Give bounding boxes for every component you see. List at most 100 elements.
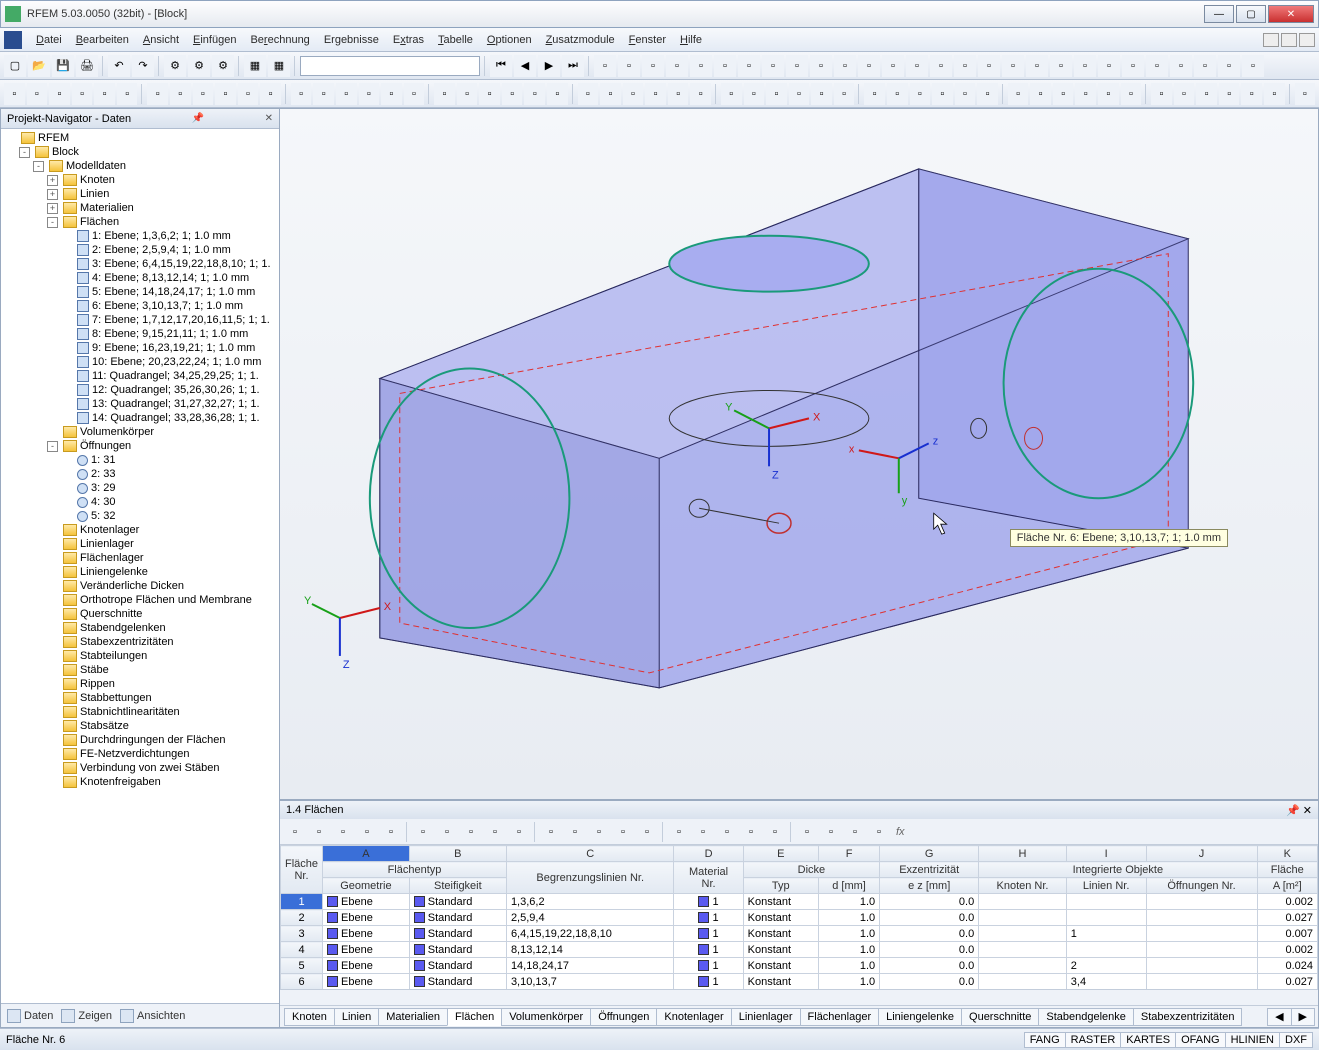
tree-group[interactable]: +Materialien <box>3 201 277 215</box>
tool-icon[interactable]: ▫ <box>738 55 760 77</box>
menu-datei[interactable]: Datei <box>30 32 68 48</box>
menu-ergebnisse[interactable]: Ergebnisse <box>318 32 385 48</box>
navigator-tree[interactable]: RFEM-Block-Modelldaten+Knoten+Linien+Mat… <box>1 129 279 1003</box>
tool-icon[interactable]: ▫ <box>623 83 644 105</box>
table-tab[interactable]: Öffnungen <box>590 1008 657 1026</box>
nav-next-icon[interactable]: ▶ <box>538 55 560 77</box>
tool-icon[interactable]: ▫ <box>1264 83 1285 105</box>
tool-icon[interactable]: ▫ <box>834 55 856 77</box>
tree-group[interactable]: +Linien <box>3 187 277 201</box>
table-tool-icon[interactable]: ▫ <box>284 821 306 843</box>
tool-icon[interactable]: ▫ <box>1121 83 1142 105</box>
table-tab[interactable]: Linienlager <box>731 1008 801 1026</box>
tool-icon[interactable]: ▫ <box>260 83 281 105</box>
menu-bearbeiten[interactable]: Bearbeiten <box>70 32 135 48</box>
menu-ansicht[interactable]: Ansicht <box>137 32 185 48</box>
tree-flaeche-item[interactable]: 6: Ebene; 3,10,13,7; 1; 1.0 mm <box>3 299 277 313</box>
menu-berechnung[interactable]: Berechnung <box>244 32 315 48</box>
tree-flaeche-item[interactable]: 7: Ebene; 1,7,12,17,20,16,11,5; 1; 1. <box>3 313 277 327</box>
tool-icon[interactable]: ▫ <box>786 55 808 77</box>
tool-icon[interactable]: ▫ <box>858 55 880 77</box>
tree-group[interactable]: Stabendgelenken <box>3 621 277 635</box>
open-icon[interactable]: 📂 <box>28 55 50 77</box>
table-tab[interactable]: Flächen <box>447 1008 502 1026</box>
tree-volumen[interactable]: Volumenkörper <box>3 425 277 439</box>
tool-icon[interactable]: ▫ <box>618 55 640 77</box>
tool-icon[interactable]: ▫ <box>978 55 1000 77</box>
tool-icon[interactable]: ▫ <box>744 83 765 105</box>
tree-oeffnung-item[interactable]: 4: 30 <box>3 495 277 509</box>
tool-icon[interactable]: ▫ <box>714 55 736 77</box>
table-tool-icon[interactable]: ▫ <box>380 821 402 843</box>
navigator-pin-icon[interactable]: 📌 <box>192 113 204 124</box>
grid-hscroll[interactable] <box>280 989 1318 1005</box>
tool-icon[interactable]: ▫ <box>170 83 191 105</box>
tool-icon[interactable]: ▫ <box>955 83 976 105</box>
tool-icon[interactable]: ▫ <box>811 83 832 105</box>
tool-icon[interactable]: ⚙ <box>188 55 210 77</box>
tool-icon[interactable]: ▫ <box>193 83 214 105</box>
data-grid[interactable]: FlächeNr.ABCDEFGHIJKFlächentypBegrenzung… <box>280 845 1318 989</box>
status-toggle[interactable]: OFANG <box>1175 1032 1226 1048</box>
tree-group[interactable]: +Knoten <box>3 173 277 187</box>
table-row[interactable]: 3EbeneStandard6,4,15,19,22,18,8,101Konst… <box>281 926 1318 942</box>
table-tool-icon[interactable]: ▫ <box>716 821 738 843</box>
tool-icon[interactable]: ▫ <box>72 83 93 105</box>
tree-oeffnung-item[interactable]: 5: 32 <box>3 509 277 523</box>
tree-group[interactable]: Stabteilungen <box>3 649 277 663</box>
menu-zusatzmodule[interactable]: Zusatzmodule <box>540 32 621 48</box>
tool-icon[interactable]: ▫ <box>1008 83 1029 105</box>
tool-icon[interactable]: ▫ <box>336 83 357 105</box>
status-toggle[interactable]: KARTES <box>1120 1032 1176 1048</box>
tool-icon[interactable]: ▫ <box>906 55 928 77</box>
tool-icon[interactable]: ▫ <box>1002 55 1024 77</box>
tool-icon[interactable]: ▫ <box>1151 83 1172 105</box>
tool-icon[interactable]: ▫ <box>1098 55 1120 77</box>
maximize-button[interactable]: ▢ <box>1236 5 1266 23</box>
tool-icon[interactable]: ▫ <box>887 83 908 105</box>
tree-flaeche-item[interactable]: 1: Ebene; 1,3,6,2; 1; 1.0 mm <box>3 229 277 243</box>
tool-icon[interactable]: ▫ <box>690 55 712 77</box>
tool-icon[interactable]: ▫ <box>864 83 885 105</box>
tool-icon[interactable]: ▫ <box>1194 55 1216 77</box>
tool-icon[interactable]: ▫ <box>668 83 689 105</box>
tool-icon[interactable]: ▫ <box>457 83 478 105</box>
status-toggle[interactable]: HLINIEN <box>1225 1032 1280 1048</box>
table-tab[interactable]: Knotenlager <box>656 1008 731 1026</box>
tool-icon[interactable]: ▫ <box>524 83 545 105</box>
mdi-restore-button[interactable] <box>1281 33 1297 47</box>
tool-icon[interactable]: ▫ <box>1074 55 1096 77</box>
tool-icon[interactable]: ▫ <box>1174 83 1195 105</box>
tool-icon[interactable]: ▫ <box>49 83 70 105</box>
table-tool-icon[interactable]: ▫ <box>356 821 378 843</box>
tool-icon[interactable]: ▫ <box>810 55 832 77</box>
tool-icon[interactable]: ▫ <box>578 83 599 105</box>
tree-group[interactable]: Stabnichtlinearitäten <box>3 705 277 719</box>
tool-icon[interactable]: ▫ <box>882 55 904 77</box>
status-toggle[interactable]: DXF <box>1279 1032 1313 1048</box>
tool-icon[interactable]: ▫ <box>434 83 455 105</box>
table-tool-icon[interactable]: ▫ <box>588 821 610 843</box>
tool-icon[interactable]: ▫ <box>4 83 25 105</box>
tool-icon[interactable]: ▫ <box>27 83 48 105</box>
table-tool-icon[interactable]: ▫ <box>332 821 354 843</box>
tool-icon[interactable]: ▫ <box>834 83 855 105</box>
table-tab[interactable]: Materialien <box>378 1008 448 1026</box>
status-toggle[interactable]: FANG <box>1024 1032 1066 1048</box>
tool-icon[interactable]: ▫ <box>1098 83 1119 105</box>
table-row[interactable]: 1EbeneStandard1,3,6,21Konstant1.00.00.00… <box>281 894 1318 910</box>
tree-group[interactable]: Verbindung von zwei Stäben <box>3 761 277 775</box>
table-tool-icon[interactable]: ▫ <box>796 821 818 843</box>
menu-fenster[interactable]: Fenster <box>623 32 672 48</box>
nav-prev-icon[interactable]: ◀ <box>514 55 536 77</box>
table-tool-icon[interactable]: ▫ <box>740 821 762 843</box>
tree-flaechen[interactable]: -Flächen <box>3 215 277 229</box>
tool-icon[interactable]: ▫ <box>381 83 402 105</box>
table-tool-icon[interactable]: ▫ <box>668 821 690 843</box>
tool-icon[interactable]: ▫ <box>1122 55 1144 77</box>
tree-flaeche-item[interactable]: 10: Ebene; 20,23,22,24; 1; 1.0 mm <box>3 355 277 369</box>
nav-tab-zeigen[interactable]: Zeigen <box>61 1009 112 1023</box>
tree-oeffnung-item[interactable]: 3: 29 <box>3 481 277 495</box>
table-row[interactable]: 6EbeneStandard3,10,13,71Konstant1.00.03,… <box>281 974 1318 990</box>
new-icon[interactable]: ▢ <box>4 55 26 77</box>
